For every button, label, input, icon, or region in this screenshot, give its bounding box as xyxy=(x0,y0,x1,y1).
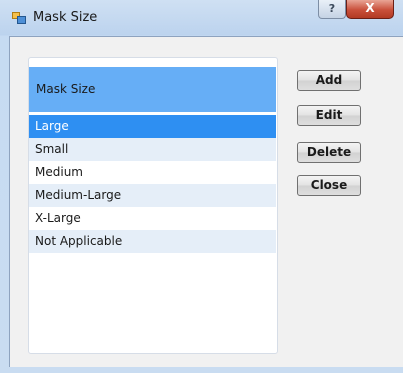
list-item-large[interactable]: Large xyxy=(29,115,276,138)
dialog-window: Mask Size ? X Mask Size Large Small Medi… xyxy=(0,0,403,373)
delete-button[interactable]: Delete xyxy=(297,142,361,163)
edit-button[interactable]: Edit xyxy=(297,105,361,126)
help-button[interactable]: ? xyxy=(318,0,346,19)
list-item-medium[interactable]: Medium xyxy=(29,161,276,184)
list-item-medium-large[interactable]: Medium-Large xyxy=(29,184,276,207)
window-title: Mask Size xyxy=(33,10,98,25)
list-item-not-applicable[interactable]: Not Applicable xyxy=(29,230,276,253)
list-column-header[interactable]: Mask Size xyxy=(29,67,276,112)
window-bottom-border xyxy=(0,367,403,373)
list-item-x-large[interactable]: X-Large xyxy=(29,207,276,230)
add-button[interactable]: Add xyxy=(297,70,361,91)
close-button[interactable]: Close xyxy=(297,175,361,196)
mask-size-list[interactable]: Large Small Medium Medium-Large X-Large … xyxy=(29,115,276,253)
list-item-small[interactable]: Small xyxy=(29,138,276,161)
app-window-icon xyxy=(12,12,26,24)
window-close-button[interactable]: X xyxy=(346,0,394,19)
title-bar[interactable]: Mask Size ? X xyxy=(0,0,403,36)
